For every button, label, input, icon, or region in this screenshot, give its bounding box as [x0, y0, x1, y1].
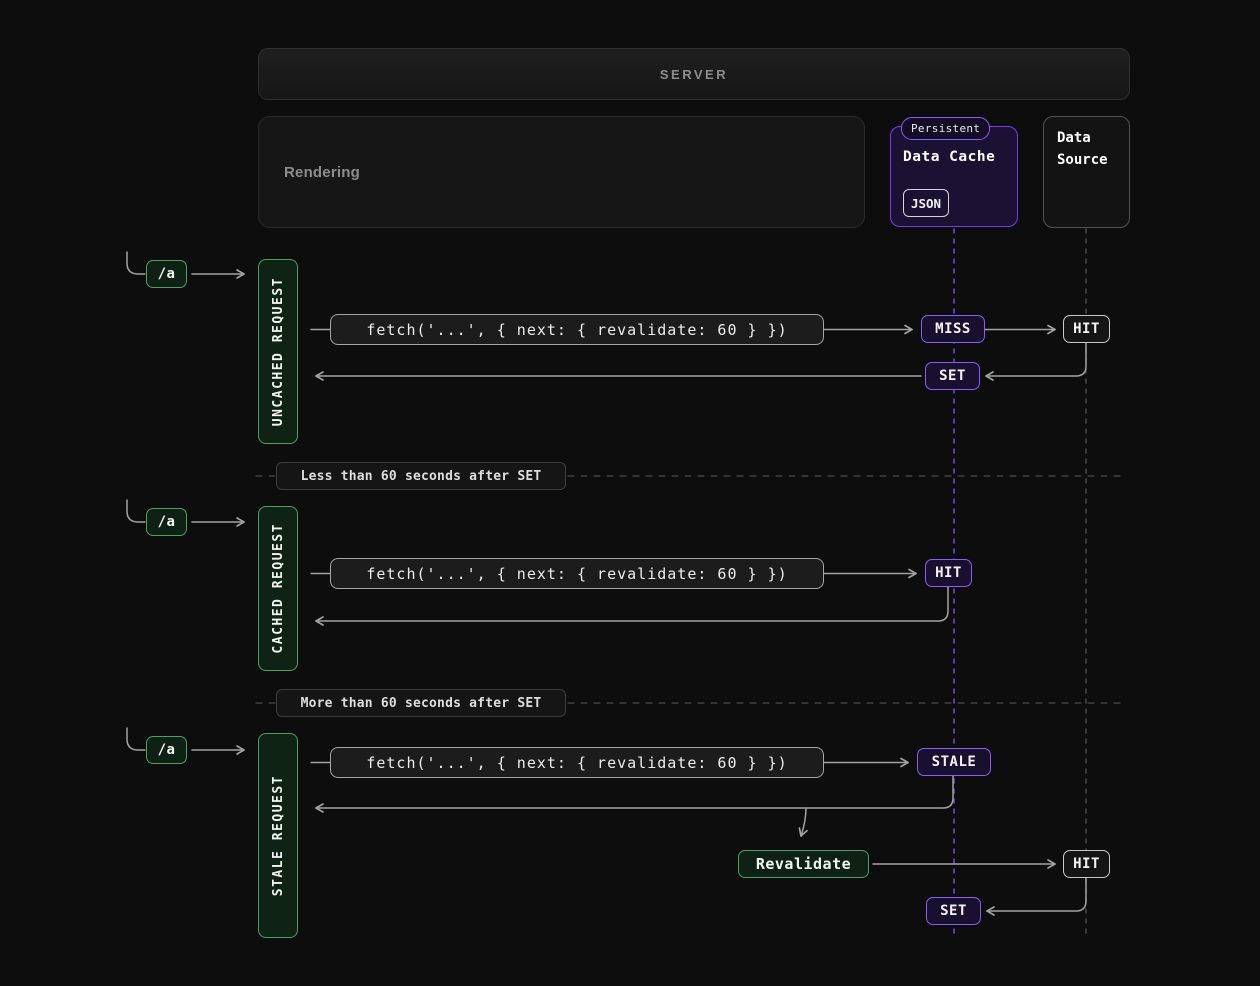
- revalidation-diagram: SERVER Rendering Persistent Data Cache J…: [0, 0, 1260, 986]
- rendering-label: Rendering: [284, 164, 360, 181]
- lane1-box: UNCACHED REQUEST: [258, 259, 298, 444]
- data-cache-title: Data Cache: [903, 149, 995, 165]
- lane2-hit-chip: HIT: [925, 559, 972, 587]
- lane1-miss-chip: MISS: [921, 315, 985, 343]
- lane3-revalidate-chip: Revalidate: [738, 850, 869, 878]
- lane3-set-chip: SET: [926, 897, 981, 925]
- data-source-box: Data Source: [1043, 116, 1130, 228]
- lane3-stale-return-arrow: [316, 776, 953, 808]
- lane3-branch-down-arrow: [801, 808, 806, 836]
- data-source-line2: Source: [1057, 150, 1108, 172]
- server-header: SERVER: [258, 48, 1130, 100]
- lane2-hook: [127, 500, 145, 522]
- lane2-fetch-call: fetch('...', { next: { revalidate: 60 } …: [330, 558, 824, 589]
- lane1-set-chip: SET: [925, 362, 980, 390]
- lane3-box: STALE REQUEST: [258, 733, 298, 938]
- lane3-hook: [127, 728, 145, 750]
- server-label: SERVER: [660, 67, 728, 82]
- divider2-label: More than 60 seconds after SET: [276, 689, 566, 717]
- data-cache-box: Persistent Data Cache JSON: [890, 126, 1018, 227]
- lane1-route-chip: /a: [146, 260, 187, 288]
- lane1-hook: [127, 252, 145, 274]
- lane3-title: STALE REQUEST: [271, 775, 286, 896]
- lane2-title: CACHED REQUEST: [271, 523, 286, 654]
- lane3-stale-chip: STALE: [917, 748, 991, 776]
- data-source-title: Data Source: [1057, 128, 1108, 171]
- rendering-box: Rendering: [258, 116, 865, 228]
- json-chip: JSON: [903, 189, 949, 217]
- lane1-source-hit-chip: HIT: [1063, 315, 1110, 343]
- lane3-fetch-call: fetch('...', { next: { revalidate: 60 } …: [330, 747, 824, 778]
- divider1-label: Less than 60 seconds after SET: [276, 462, 566, 490]
- data-source-line1: Data: [1057, 128, 1108, 150]
- lane1-title: UNCACHED REQUEST: [271, 277, 286, 426]
- persistent-badge: Persistent: [901, 117, 990, 140]
- lane3-route-chip: /a: [146, 736, 187, 764]
- lane1-hit-to-set-arrow: [986, 343, 1086, 376]
- lane2-hit-return-arrow: [316, 587, 948, 621]
- lane3-source-hit-chip: HIT: [1063, 850, 1110, 878]
- lane2-route-chip: /a: [146, 508, 187, 536]
- lane1-fetch-call: fetch('...', { next: { revalidate: 60 } …: [330, 314, 824, 345]
- lane2-box: CACHED REQUEST: [258, 506, 298, 671]
- lane3-hit-to-set-arrow: [987, 878, 1086, 911]
